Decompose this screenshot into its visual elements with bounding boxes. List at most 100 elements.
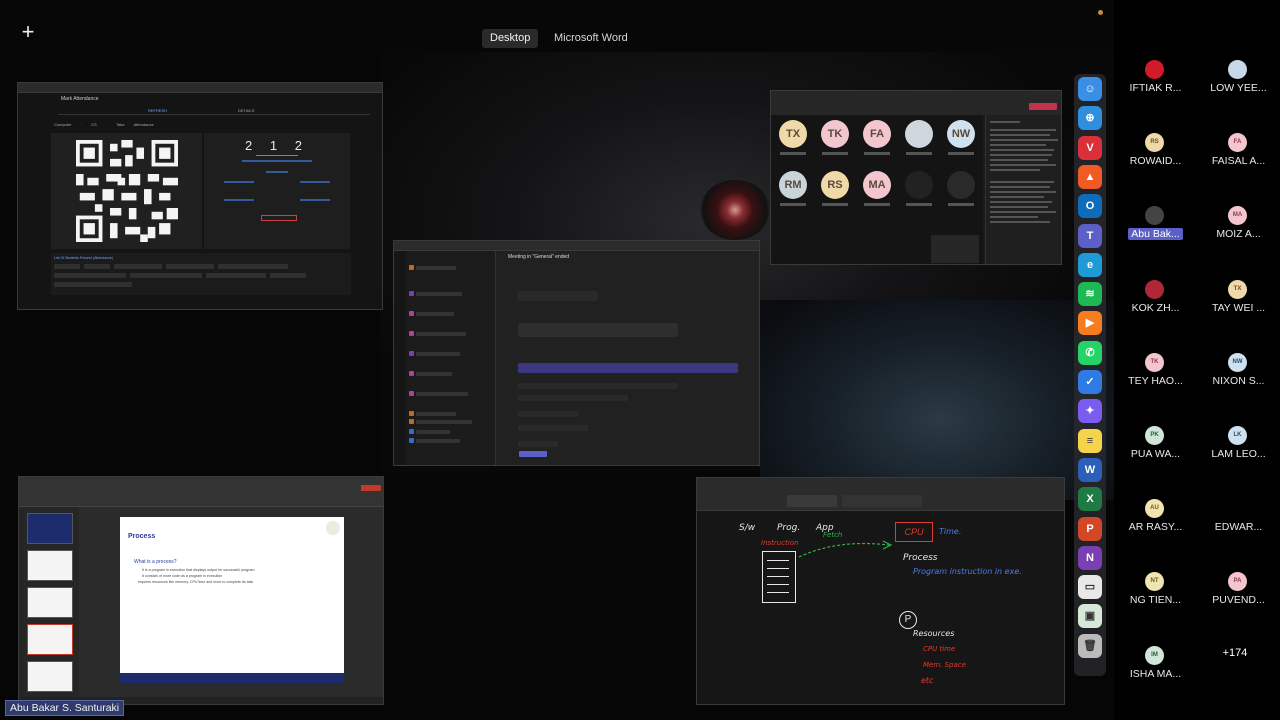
participant-name: AR RASY... (1128, 521, 1183, 534)
team-item[interactable] (416, 332, 466, 336)
more-participants-count[interactable]: +174 (1221, 647, 1249, 659)
ribbon-tools[interactable] (842, 495, 922, 507)
meeting-avatar: RS (821, 171, 849, 199)
teams-action-button[interactable] (519, 451, 547, 457)
participant-tile[interactable]: LK LAM LEO... (1197, 418, 1280, 491)
participant-name: MOIZ A... (1216, 228, 1261, 241)
whiteboard-window[interactable]: S/w Prog. App Instruction Fetch CPU Time… (696, 477, 1065, 705)
participant-tile[interactable]: FA FAISAL A... (1197, 125, 1280, 198)
tab-desktop[interactable]: Desktop (482, 29, 539, 48)
spotify-icon[interactable]: ≋ (1078, 282, 1102, 307)
meeting-chat-panel (985, 115, 1061, 264)
slide-bullet: It consists of more code as a program in… (142, 574, 223, 578)
student-chip (218, 264, 288, 269)
word-icon[interactable]: W (1078, 457, 1102, 482)
team-item[interactable] (416, 312, 454, 316)
chat-card[interactable] (518, 323, 678, 337)
vivaldi-icon[interactable]: V (1078, 135, 1102, 160)
notes-icon[interactable]: ≡ (1078, 428, 1102, 453)
slide-thumbnails (19, 507, 79, 697)
participant-tile[interactable]: TX TAY WEI ... (1197, 272, 1280, 345)
meeting-avatar (905, 120, 933, 148)
participant-tile[interactable]: MA MOIZ A... (1197, 198, 1280, 271)
meeting-avatar: MA (863, 171, 891, 199)
slide-thumbnail[interactable] (27, 624, 73, 655)
outlook-icon[interactable]: O (1078, 194, 1102, 219)
tab-refresh[interactable]: REFRESH (148, 108, 167, 113)
whiteboard-canvas[interactable]: S/w Prog. App Instruction Fetch CPU Time… (697, 511, 1064, 704)
trash-icon[interactable]: 🗑 (1078, 633, 1102, 658)
chat-header: Meeting in "General" ended (508, 254, 570, 260)
participant-tile[interactable]: Abu Bak... (1114, 198, 1197, 271)
team-icon (409, 311, 414, 316)
record-button[interactable] (361, 485, 381, 491)
team-item[interactable] (416, 392, 468, 396)
team-item[interactable] (416, 372, 452, 376)
participant-name: TAY WEI ... (1211, 301, 1266, 314)
participant-tile[interactable]: NT NG TIEN... (1114, 564, 1197, 637)
stop-attendance-button[interactable] (261, 215, 297, 221)
powerpoint-window[interactable]: Process What is a process? It is a progr… (18, 476, 384, 705)
edge-icon[interactable]: e (1078, 252, 1102, 277)
finder-icon[interactable]: ☺ (1078, 77, 1102, 101)
attendance-window[interactable]: Mark Attendance REFRESH DETAILS Computer… (17, 82, 383, 310)
team-icon (409, 438, 414, 443)
preview-icon[interactable]: ▭ (1078, 575, 1102, 600)
chat-message (518, 425, 588, 431)
tab-microsoft-word[interactable]: Microsoft Word (546, 29, 636, 48)
todo-icon[interactable]: ✓ (1078, 370, 1102, 394)
meeting-window[interactable]: TX TK FA NW RM RS MA (770, 90, 1062, 265)
app-dock: ☺ ⊕ V ▲ O Te ≋ ▶ ✆ ✓ ✦ ≡ W X P N ▭ ▣ 🗑 (1074, 74, 1106, 676)
teams-icon[interactable]: T (1078, 223, 1102, 248)
team-item[interactable] (416, 266, 456, 270)
team-item[interactable] (416, 439, 460, 443)
plus-icon[interactable]: + (18, 21, 38, 43)
image-capture-icon[interactable]: ▣ (1078, 604, 1102, 629)
excel-icon[interactable]: X (1078, 487, 1102, 512)
safari-icon[interactable]: ⊕ (1078, 106, 1102, 131)
meeting-banner[interactable] (518, 363, 738, 373)
chat-message (518, 441, 558, 447)
qr-code-panel (51, 133, 202, 249)
code-info-line (242, 160, 312, 162)
brave-icon[interactable]: ▲ (1078, 164, 1102, 189)
pen-tools[interactable] (787, 495, 837, 507)
meeting-avatar: FA (863, 120, 891, 148)
slide-thumbnail[interactable] (27, 661, 73, 692)
media-player-icon[interactable]: ▶ (1078, 311, 1102, 336)
presenter-name-label: Abu Bakar S. Santuraki (5, 700, 125, 716)
team-item[interactable] (416, 292, 462, 296)
participant-tile[interactable]: AU AR RASY... (1114, 491, 1197, 564)
participant-tile[interactable]: NW NIXON S... (1197, 345, 1280, 418)
code-info-line (300, 181, 330, 183)
onenote-icon[interactable]: N (1078, 545, 1102, 570)
participant-tile[interactable]: TK TEY HAO... (1114, 345, 1197, 418)
copilot-icon[interactable]: ✦ (1078, 399, 1102, 424)
team-item[interactable] (416, 352, 460, 356)
powerpoint-icon[interactable]: P (1078, 516, 1102, 541)
participant-tile[interactable]: PK PUA WA... (1114, 418, 1197, 491)
avatar (1228, 499, 1247, 519)
avatar: TX (1228, 279, 1247, 299)
leave-button[interactable] (1029, 103, 1057, 110)
participant-tile[interactable]: EDWAR... (1197, 491, 1280, 564)
participant-tile[interactable]: IM ISHA MA... (1114, 638, 1197, 711)
slide-thumbnail[interactable] (27, 550, 73, 581)
team-item[interactable] (416, 430, 450, 434)
participant-tile[interactable]: LOW YEE... (1197, 52, 1280, 125)
participant-tile[interactable]: RS ROWAID... (1114, 125, 1197, 198)
teams-window[interactable]: Meeting in "General" ended (393, 240, 760, 466)
whatsapp-icon[interactable]: ✆ (1078, 340, 1102, 365)
attendance-title: Mark Attendance (61, 96, 99, 102)
slide-thumbnail[interactable] (27, 587, 73, 618)
avatar: PA (1228, 572, 1247, 592)
team-item[interactable] (416, 420, 472, 424)
participant-name: NIXON S... (1212, 374, 1265, 387)
participant-tile[interactable]: KOK ZH... (1114, 272, 1197, 345)
participant-tile[interactable]: IFTIAK R... (1114, 52, 1197, 125)
participant-tile[interactable]: PA PUVEND... (1197, 564, 1280, 637)
tab-details[interactable]: DETAILS (238, 108, 254, 113)
team-icon (409, 419, 414, 424)
slide-thumbnail[interactable] (27, 513, 73, 544)
team-item[interactable] (416, 412, 456, 416)
